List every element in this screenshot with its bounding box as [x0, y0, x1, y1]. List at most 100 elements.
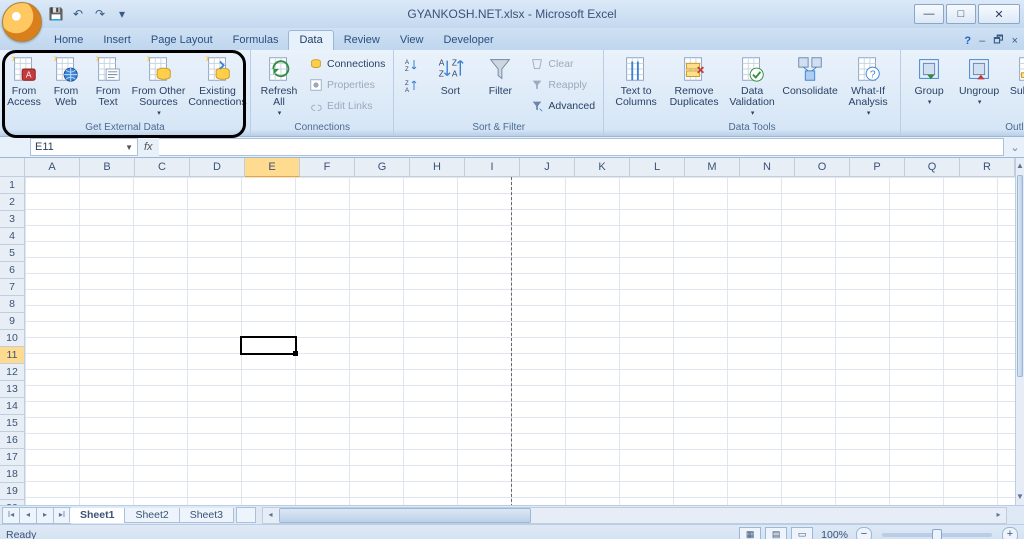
doc-minimize-button[interactable]: –: [979, 35, 985, 47]
tab-view[interactable]: View: [390, 31, 434, 50]
refresh-all-button[interactable]: Refresh All▾: [255, 52, 303, 121]
row-header-9[interactable]: 9: [0, 313, 24, 330]
view-page-break-button[interactable]: ▭: [791, 527, 813, 539]
sheet-tab-sheet3[interactable]: Sheet3: [179, 508, 234, 523]
doc-restore-button[interactable]: 🗗: [993, 31, 1003, 50]
name-box-dropdown-icon[interactable]: ▼: [125, 143, 133, 152]
row-header-13[interactable]: 13: [0, 381, 24, 398]
col-header-I[interactable]: I: [465, 158, 520, 176]
zoom-in-button[interactable]: +: [1002, 527, 1018, 539]
col-header-C[interactable]: C: [135, 158, 190, 176]
maximize-button[interactable]: □: [946, 4, 976, 24]
row-header-2[interactable]: 2: [0, 194, 24, 211]
row-header-12[interactable]: 12: [0, 364, 24, 381]
connections-button[interactable]: Connections: [305, 54, 389, 74]
tab-data[interactable]: Data: [288, 30, 333, 50]
sheet-nav-next-icon[interactable]: ▸: [36, 507, 54, 524]
cell-grid[interactable]: [25, 177, 1015, 517]
row-header-8[interactable]: 8: [0, 296, 24, 313]
formula-input[interactable]: [159, 138, 1004, 156]
ungroup-button[interactable]: Ungroup▾: [955, 52, 1003, 110]
office-button[interactable]: [2, 2, 42, 42]
close-button[interactable]: ✕: [978, 4, 1020, 24]
minimize-button[interactable]: —: [914, 4, 944, 24]
vertical-scrollbar[interactable]: ▲ ▼: [1015, 158, 1024, 505]
row-header-19[interactable]: 19: [0, 483, 24, 500]
qat-redo-icon[interactable]: ↷: [92, 6, 108, 22]
row-header-18[interactable]: 18: [0, 466, 24, 483]
sort-button[interactable]: AZZASort: [426, 52, 474, 99]
tab-developer[interactable]: Developer: [433, 31, 503, 50]
sort-descending-button[interactable]: ZA: [398, 75, 424, 95]
sheet-tab-sheet1[interactable]: Sheet1: [69, 508, 125, 523]
group-button[interactable]: Group▾: [905, 52, 953, 110]
formula-bar-expand-icon[interactable]: ⌄: [1006, 141, 1024, 154]
remove-duplicates-button[interactable]: Remove Duplicates: [666, 52, 722, 110]
sheet-nav-first-icon[interactable]: I◂: [2, 507, 20, 524]
qat-undo-icon[interactable]: ↶: [70, 6, 86, 22]
col-header-P[interactable]: P: [850, 158, 905, 176]
row-header-10[interactable]: 10: [0, 330, 24, 347]
row-header-11[interactable]: 11: [0, 347, 24, 364]
col-header-N[interactable]: N: [740, 158, 795, 176]
horizontal-scroll-thumb[interactable]: [279, 508, 531, 523]
zoom-out-button[interactable]: −: [856, 527, 872, 539]
fx-icon[interactable]: fx: [144, 141, 153, 153]
subtotal-button[interactable]: Subtotal: [1005, 52, 1024, 99]
row-header-14[interactable]: 14: [0, 398, 24, 415]
select-all-corner[interactable]: [0, 158, 25, 177]
row-header-3[interactable]: 3: [0, 211, 24, 228]
row-header-5[interactable]: 5: [0, 245, 24, 262]
col-header-B[interactable]: B: [80, 158, 135, 176]
tab-review[interactable]: Review: [334, 31, 390, 50]
name-box[interactable]: E11 ▼: [30, 138, 138, 156]
row-header-4[interactable]: 4: [0, 228, 24, 245]
col-header-J[interactable]: J: [520, 158, 575, 176]
col-header-E[interactable]: E: [245, 158, 300, 177]
col-header-H[interactable]: H: [410, 158, 465, 176]
from-other-sources-button[interactable]: From Other Sources▾: [130, 52, 187, 121]
tab-formulas[interactable]: Formulas: [223, 31, 289, 50]
zoom-level[interactable]: 100%: [821, 529, 848, 539]
row-header-16[interactable]: 16: [0, 432, 24, 449]
qat-save-icon[interactable]: 💾: [48, 6, 64, 22]
col-header-G[interactable]: G: [355, 158, 410, 176]
tab-page-layout[interactable]: Page Layout: [141, 31, 223, 50]
filter-button[interactable]: Filter: [476, 52, 524, 99]
row-header-15[interactable]: 15: [0, 415, 24, 432]
col-header-L[interactable]: L: [630, 158, 685, 176]
qat-customize-icon[interactable]: ▾: [114, 6, 130, 22]
scroll-left-arrow-icon[interactable]: ◂: [263, 508, 278, 523]
fill-handle[interactable]: [293, 351, 298, 356]
from-access-button[interactable]: AFrom Access: [4, 52, 44, 110]
data-validation-button[interactable]: Data Validation▾: [724, 52, 780, 121]
zoom-slider[interactable]: [882, 533, 992, 537]
row-header-6[interactable]: 6: [0, 262, 24, 279]
existing-connections-button[interactable]: Existing Connections: [189, 52, 246, 110]
scroll-up-arrow-icon[interactable]: ▲: [1016, 158, 1024, 174]
what-if-button[interactable]: ?What-If Analysis▾: [840, 52, 896, 121]
text-to-columns-button[interactable]: Text to Columns: [608, 52, 664, 110]
sheet-tab-sheet2[interactable]: Sheet2: [124, 508, 179, 523]
row-header-1[interactable]: 1: [0, 177, 24, 194]
sort-ascending-button[interactable]: AZ: [398, 54, 424, 74]
col-header-R[interactable]: R: [960, 158, 1015, 176]
advanced-button[interactable]: Advanced: [526, 96, 599, 116]
tab-insert[interactable]: Insert: [93, 31, 141, 50]
col-header-A[interactable]: A: [25, 158, 80, 176]
from-text-button[interactable]: From Text: [88, 52, 128, 110]
view-normal-button[interactable]: ▦: [739, 527, 761, 539]
col-header-M[interactable]: M: [685, 158, 740, 176]
col-header-D[interactable]: D: [190, 158, 245, 176]
scroll-down-arrow-icon[interactable]: ▼: [1016, 489, 1024, 505]
zoom-slider-thumb[interactable]: [932, 529, 942, 539]
col-header-F[interactable]: F: [300, 158, 355, 176]
help-icon[interactable]: ?: [964, 35, 971, 47]
scroll-right-arrow-icon[interactable]: ▸: [991, 508, 1006, 523]
col-header-O[interactable]: O: [795, 158, 850, 176]
col-header-Q[interactable]: Q: [905, 158, 960, 176]
from-web-button[interactable]: From Web: [46, 52, 86, 110]
insert-sheet-button[interactable]: [236, 507, 256, 523]
vertical-scroll-thumb[interactable]: [1017, 175, 1023, 377]
tab-home[interactable]: Home: [44, 31, 93, 50]
